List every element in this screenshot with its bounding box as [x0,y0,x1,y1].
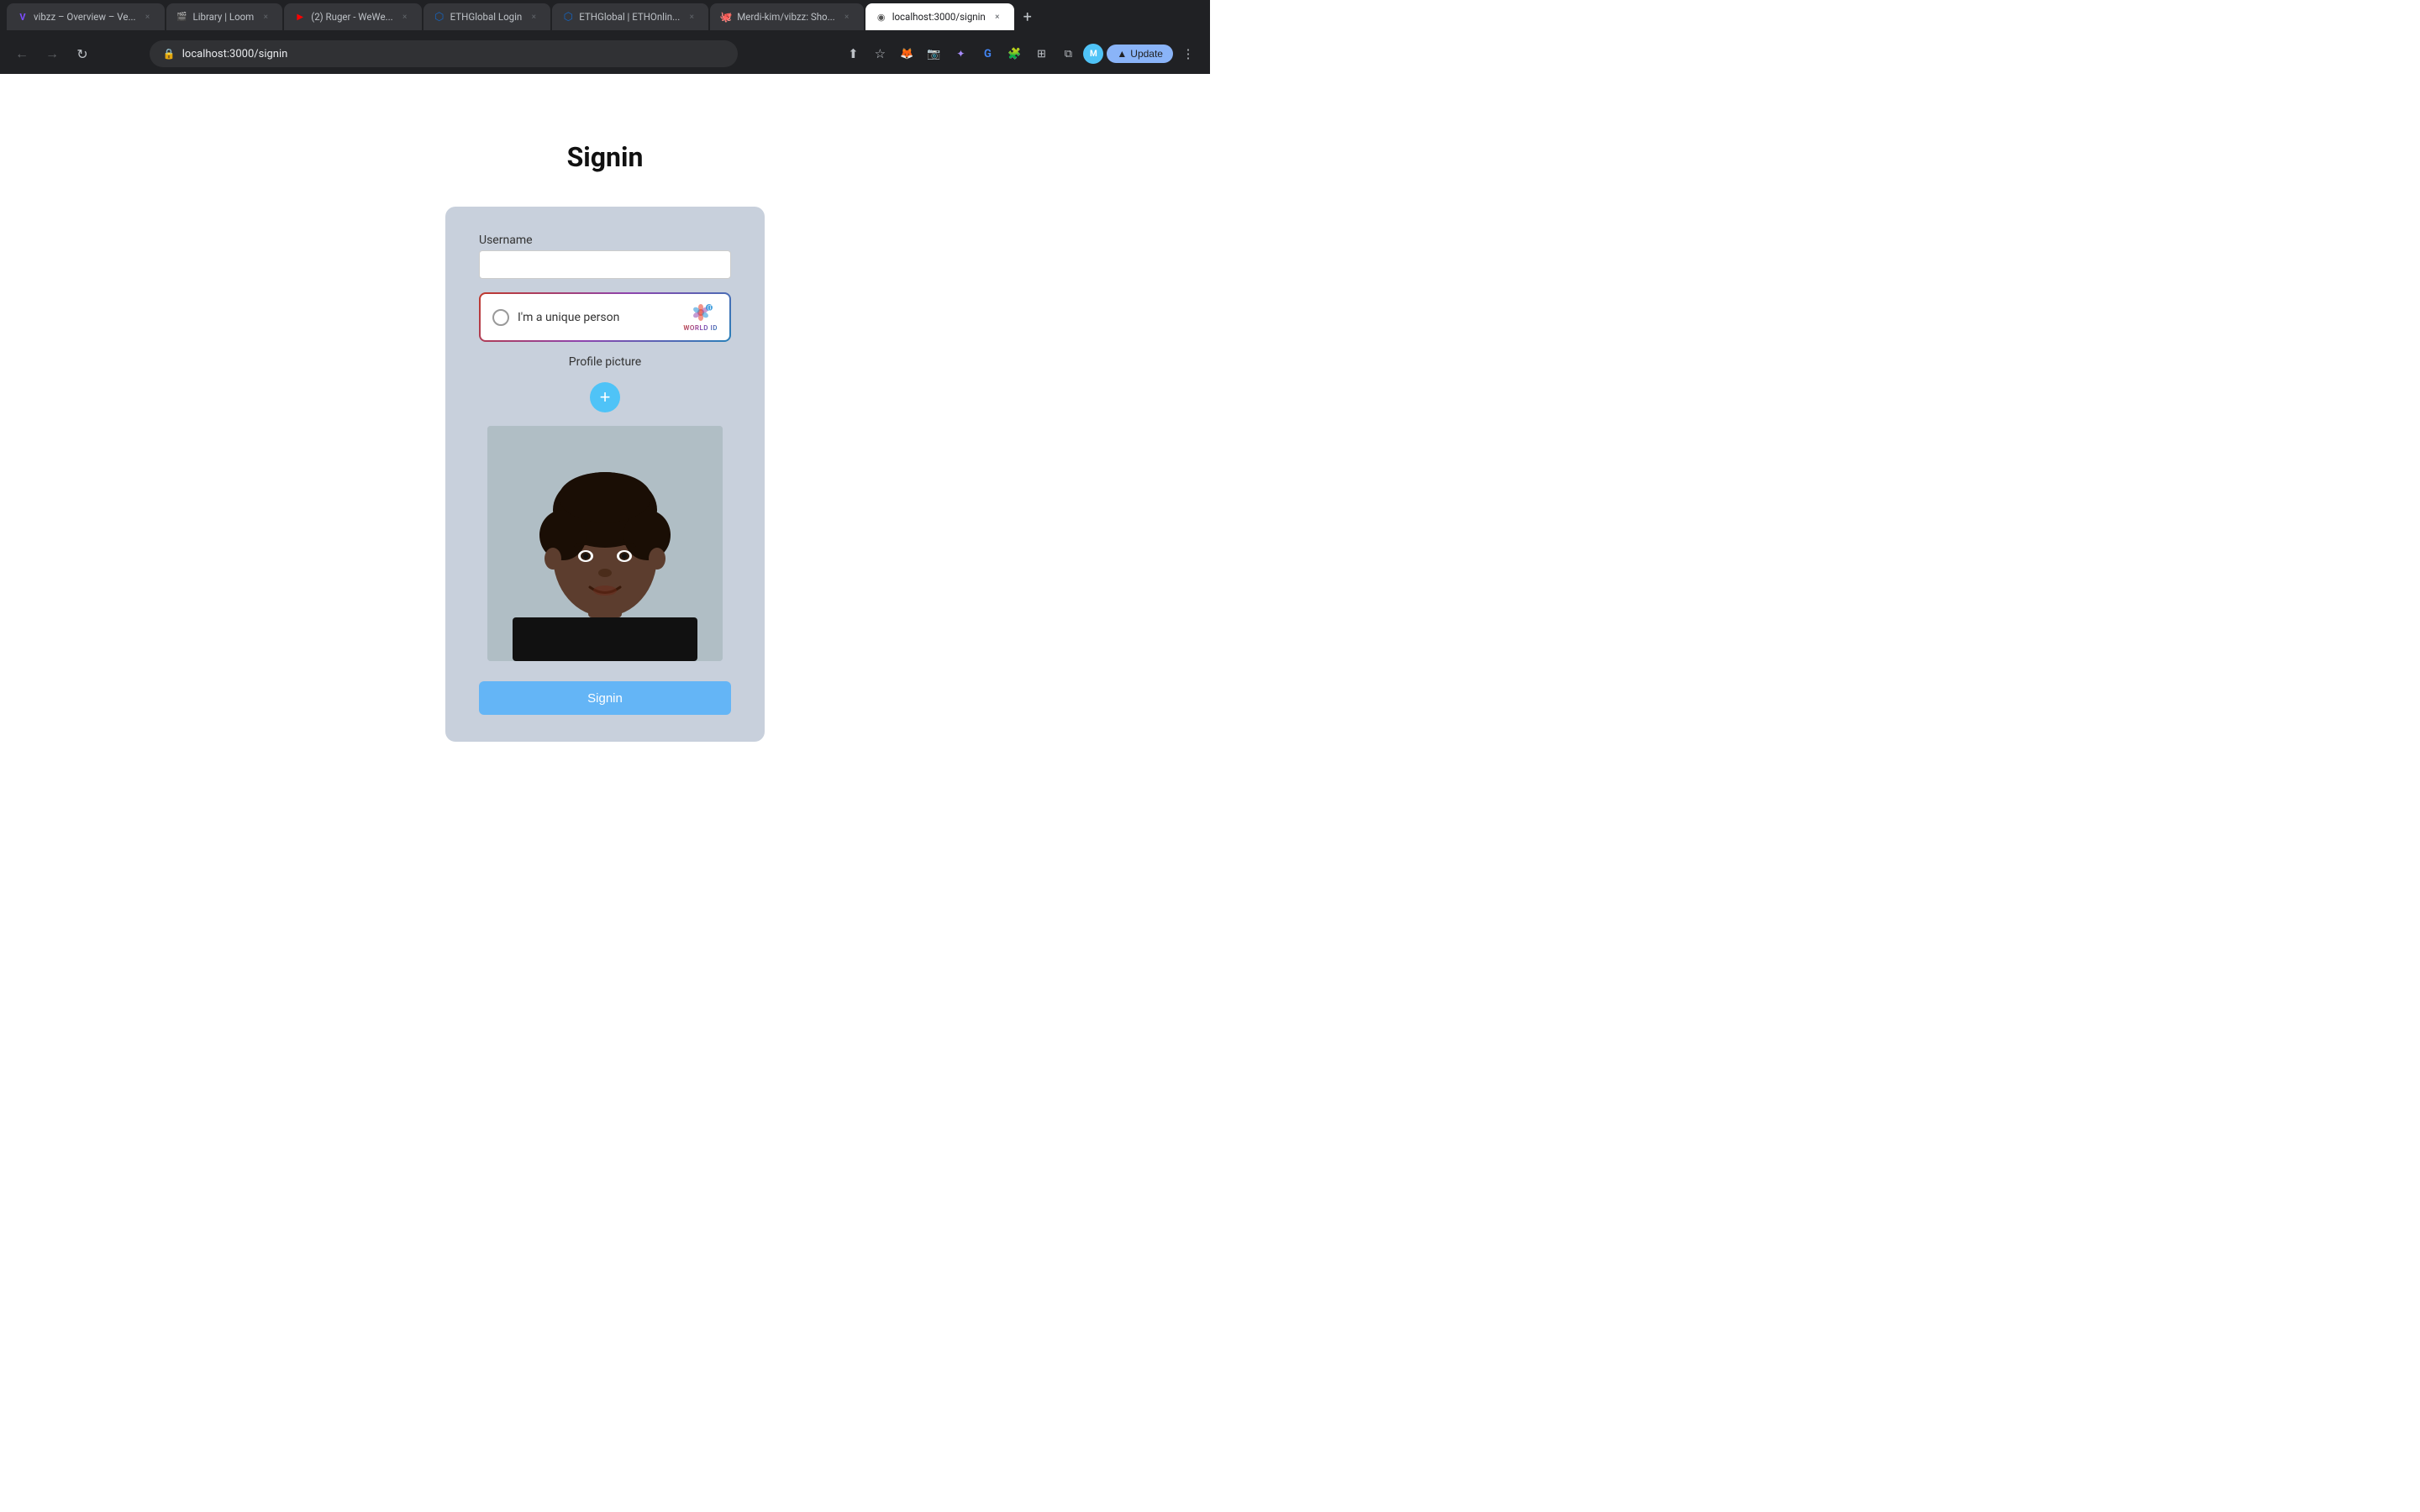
tab-5-close[interactable]: × [685,10,698,24]
tab-2-close[interactable]: × [259,10,272,24]
update-icon: ▲ [1117,48,1127,60]
tab-1-title: vibzz – Overview – Ve... [34,11,136,23]
update-label: Update [1130,48,1163,60]
toolbar-right: ⬆ ☆ 🦊 📷 ✦ G 🧩 ⊞ ⧉ M ▲ Update ⋮ [841,42,1200,66]
username-field-group: Username [479,234,731,279]
extension-grid-icon[interactable]: ⊞ [1029,42,1053,66]
tab-3[interactable]: ▶ (2) Ruger - WeWe... × [284,3,421,30]
address-bar[interactable]: 🔒 localhost:3000/signin [150,40,738,67]
back-button[interactable]: ← [10,42,34,66]
tab-7[interactable]: ◉ localhost:3000/signin × [865,3,1014,30]
svg-text:ⓘ: ⓘ [708,304,713,312]
update-button[interactable]: ▲ Update [1107,45,1173,63]
signin-button-label: Signin [587,691,623,706]
browser-window-icon[interactable]: ⧉ [1056,42,1080,66]
tab-3-close[interactable]: × [398,10,412,24]
forward-button[interactable]: → [40,42,64,66]
worldid-logo-area: ⓘ WORLD ID [683,302,718,332]
tab-4-title: ETHGlobal Login [450,11,523,23]
tab-7-title: localhost:3000/signin [892,11,986,23]
tab-4[interactable]: ⬡ ETHGlobal Login × [424,3,551,30]
worldid-logo-icon: ⓘ [689,302,713,323]
profile-image-container [487,426,723,661]
lock-icon: 🔒 [163,48,176,60]
tab-6-favicon: 🐙 [720,11,732,23]
tab-1-favicon: V [17,11,29,23]
signin-card: Username I'm a unique person [445,207,765,742]
add-photo-icon: + [600,388,611,407]
tab-2-title: Library | Loom [193,11,255,23]
extension-lens-icon[interactable]: 📷 [922,42,945,66]
menu-icon[interactable]: ⋮ [1176,42,1200,66]
tab-2-favicon: 🎬 [176,11,188,23]
share-icon[interactable]: ⬆ [841,42,865,66]
tab-1[interactable]: V vibzz – Overview – Ve... × [7,3,165,30]
worldid-circle-icon [492,309,509,326]
bookmark-icon[interactable]: ☆ [868,42,892,66]
profile-image [487,426,723,661]
tab-7-close[interactable]: × [991,10,1004,24]
tab-5[interactable]: ⬡ ETHGlobal | ETHOnlin... × [552,3,708,30]
tab-6-title: Merdi-kim/vibzz: Sho... [737,11,834,23]
reload-button[interactable]: ↻ [71,42,94,66]
worldid-inner[interactable]: I'm a unique person [481,294,729,340]
extension-puzzle-icon[interactable]: 🧩 [1002,42,1026,66]
tab-2[interactable]: 🎬 Library | Loom × [166,3,283,30]
add-photo-button[interactable]: + [590,382,620,412]
page-content: Signin Username I'm a unique person [0,74,1210,756]
address-bar-row: ← → ↻ 🔒 localhost:3000/signin ⬆ ☆ 🦊 📷 ✦ … [0,34,1210,74]
tab-4-favicon: ⬡ [434,11,445,23]
tab-6-close[interactable]: × [840,10,854,24]
tab-6[interactable]: 🐙 Merdi-kim/vibzz: Sho... × [710,3,863,30]
tab-5-favicon: ⬡ [562,11,574,23]
tab-7-favicon: ◉ [876,11,887,23]
tab-5-title: ETHGlobal | ETHOnlin... [579,11,680,23]
tab-3-favicon: ▶ [294,11,306,23]
tab-bar: V vibzz – Overview – Ve... × 🎬 Library |… [0,0,1210,34]
tab-1-close[interactable]: × [141,10,155,24]
worldid-text: I'm a unique person [518,311,675,324]
browser-chrome: V vibzz – Overview – Ve... × 🎬 Library |… [0,0,1210,74]
address-text: localhost:3000/signin [182,48,724,60]
new-tab-button[interactable]: + [1016,5,1039,29]
tab-4-close[interactable]: × [527,10,540,24]
tab-3-title: (2) Ruger - WeWe... [311,11,392,23]
extension-g-icon[interactable]: G [976,42,999,66]
profile-picture-label: Profile picture [569,355,641,369]
extension-fox-icon[interactable]: 🦊 [895,42,918,66]
profile-avatar[interactable]: M [1083,44,1103,64]
page-title: Signin [567,141,644,173]
signin-submit-button[interactable]: Signin [479,681,731,715]
extension-ai-icon[interactable]: ✦ [949,42,972,66]
username-label: Username [479,234,533,247]
worldid-button[interactable]: I'm a unique person [479,292,731,342]
worldid-label: WORLD ID [683,324,718,332]
username-input[interactable] [479,250,731,279]
